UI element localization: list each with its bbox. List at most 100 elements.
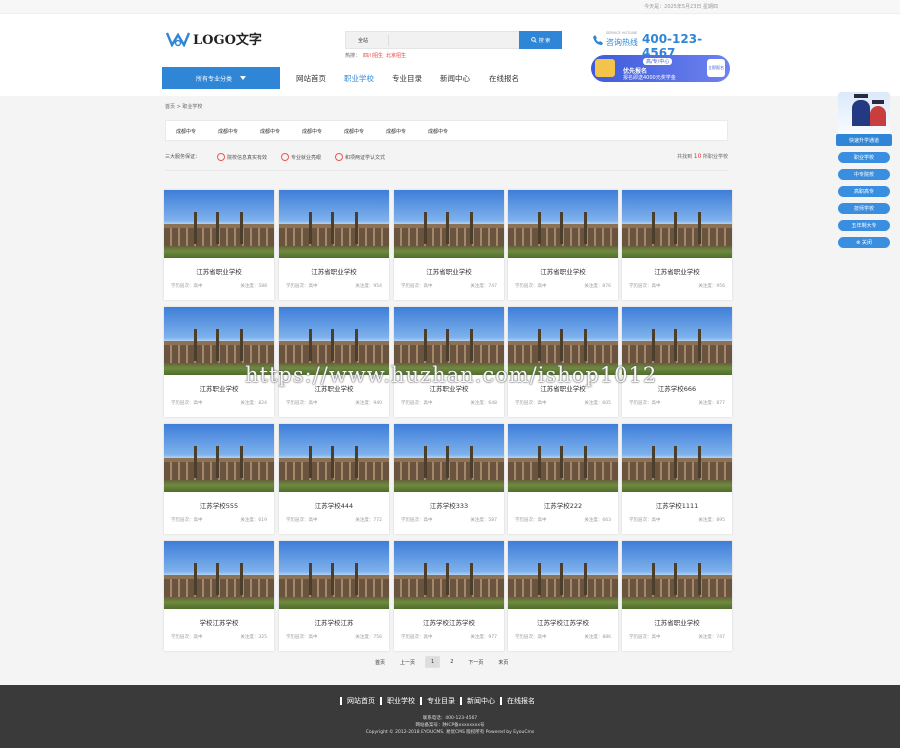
school-card[interactable]: 江苏学校444 学历层次：高中 关注度：772 [279,424,389,534]
nav-item-schools[interactable]: 职业学校 [344,73,374,84]
school-photo[interactable] [279,424,389,492]
category-link[interactable]: 成都中专 [176,128,196,135]
school-card[interactable]: 江苏学校江苏学校 学历层次：高中 关注度：886 [508,541,618,651]
page-first[interactable]: 首页 [370,656,390,668]
school-card[interactable]: 学校江苏学校 学历层次：高中 关注度：325 [164,541,274,651]
footer-link[interactable]: 新闻中心 [460,697,500,705]
school-photo[interactable] [622,424,732,492]
school-photo[interactable] [394,190,504,258]
sidebar-item-technician[interactable]: 技师学校 [838,203,890,214]
views: 关注度：663 [584,517,611,523]
school-name[interactable]: 江苏学校222 [508,500,618,510]
category-link[interactable]: 成都中专 [386,128,406,135]
school-name[interactable]: 江苏省职业学校 [164,266,274,276]
sidebar-close-button[interactable]: ⊗ 关闭 [838,237,890,248]
school-name[interactable]: 江苏学校333 [394,500,504,510]
search-button[interactable]: 搜 索 [519,31,562,49]
category-link[interactable]: 成都中专 [344,128,364,135]
hot-words: 热搜： 四川招生 北京招生 [345,52,406,59]
school-card[interactable]: 江苏学校1111 学历层次：高中 关注度：895 [622,424,732,534]
category-link[interactable]: 成都中专 [428,128,448,135]
school-card[interactable]: 江苏省职业学校 学历层次：高中 关注度：588 [164,190,274,300]
logo[interactable]: LOGO文字 [166,29,262,48]
school-photo[interactable] [279,541,389,609]
school-card[interactable]: 江苏职业学校 学历层次：高中 关注度：940 [279,307,389,417]
page-prev[interactable]: 上一页 [395,656,420,668]
page-number-current[interactable]: 1 [425,656,441,668]
school-card[interactable]: 江苏省职业学校 学历层次：高中 关注度：954 [279,190,389,300]
page-last[interactable]: 末页 [493,656,513,668]
nav-item-majors[interactable]: 专业目录 [392,73,422,84]
sidebar-item-secondary[interactable]: 中专院校 [838,169,890,180]
school-card[interactable]: 江苏学校333 学历层次：高中 关注度：587 [394,424,504,534]
nav-item-home[interactable]: 网站首页 [296,73,326,84]
footer-icp[interactable]: 网站备案号：陕ICP备xxxxxxxx号 [0,722,900,728]
nav-item-signup[interactable]: 在线报名 [489,73,519,84]
school-card[interactable]: 江苏学校222 学历层次：高中 关注度：663 [508,424,618,534]
school-photo[interactable] [394,541,504,609]
footer-link[interactable]: 网站首页 [340,697,380,705]
footer-link[interactable]: 在线报名 [500,697,540,705]
school-card[interactable]: 江苏职业学校 学历层次：高中 关注度：824 [164,307,274,417]
school-photo[interactable] [622,190,732,258]
school-name[interactable]: 江苏学校444 [279,500,389,510]
category-link[interactable]: 成都中专 [218,128,238,135]
school-name[interactable]: 江苏省职业学校 [622,617,732,627]
promise-item: 专业就业亮眼 [281,153,321,161]
search-input[interactable]: 全站 [345,31,520,49]
school-name[interactable]: 江苏学校江苏学校 [508,617,618,627]
nav-item-news[interactable]: 新闻中心 [440,73,470,84]
school-card[interactable]: 江苏省职业学校学历层次：高中 关注度：956 [622,190,732,300]
school-card[interactable]: 江苏学校江苏 学历层次：高中 关注度：756 [279,541,389,651]
school-card[interactable]: 江苏省职业学校 学历层次：高中 关注度：605 [508,307,618,417]
school-name[interactable]: 学校江苏学校 [164,617,274,627]
sidebar-item-five-year[interactable]: 五年制大专 [838,220,890,231]
school-card[interactable]: 江苏省职业学校 学历层次：高中 关注度：747 [622,541,732,651]
views-value: 648 [488,401,497,406]
views: 关注度：886 [584,634,611,640]
school-name[interactable]: 江苏省职业学校 [394,266,504,276]
grad-cap-icon [872,100,884,104]
school-card[interactable]: 江苏职业学校 学历层次：高中 关注度：648 [394,307,504,417]
category-link[interactable]: 成都中专 [302,128,322,135]
tree [674,212,677,244]
school-card[interactable]: 江苏省职业学校 学历层次：高中 关注度：876 [508,190,618,300]
school-photo[interactable] [164,541,274,609]
school-name[interactable]: 江苏省职业学校 [622,266,732,276]
school-photo[interactable] [164,190,274,258]
school-name[interactable]: 江苏省职业学校 [508,266,618,276]
school-name[interactable]: 江苏学校555 [164,500,274,510]
graduates-illustration [838,92,890,134]
school-card[interactable]: 江苏学校666 学历层次：高中 关注度：877 [622,307,732,417]
category-link[interactable]: 成都中专 [260,128,280,135]
hot-word-link[interactable]: 四川招生 [363,53,383,59]
all-categories-button[interactable]: 所有专业分类 [162,67,280,89]
sidebar-item-schools[interactable]: 职业学校 [838,152,890,163]
hotline-label: 咨询热线 [606,38,638,47]
school-meta: 学历层次：高中 关注度：956 [629,283,725,289]
school-card[interactable]: 江苏学校江苏学校 学历层次：高中 关注度：977 [394,541,504,651]
footer-link[interactable]: 专业目录 [420,697,460,705]
breadcrumb[interactable]: 首页 > 职业学校 [165,103,202,110]
school-photo[interactable] [279,190,389,258]
school-photo[interactable] [622,541,732,609]
school-name[interactable]: 江苏学校1111 [622,500,732,510]
school-photo[interactable] [164,424,274,492]
hot-word-link[interactable]: 北京招生 [386,53,406,59]
footer-link[interactable]: 职业学校 [380,697,420,705]
school-photo[interactable] [394,424,504,492]
school-name[interactable]: 江苏学校江苏 [279,617,389,627]
school-photo[interactable] [508,424,618,492]
school-photo[interactable] [508,190,618,258]
school-photo[interactable] [508,541,618,609]
school-name[interactable]: 江苏省职业学校 [279,266,389,276]
views: 关注度：747 [698,634,725,640]
search-scope-select[interactable]: 全站 [358,37,368,44]
page-number[interactable]: 2 [445,656,458,668]
school-card[interactable]: 江苏学校555 学历层次：高中 关注度：619 [164,424,274,534]
tree [331,329,334,361]
school-name[interactable]: 江苏学校江苏学校 [394,617,504,627]
page-next[interactable]: 下一页 [463,656,488,668]
school-card[interactable]: 江苏省职业学校 学历层次：高中 关注度：747 [394,190,504,300]
sidebar-item-vocational[interactable]: 高职高专 [838,186,890,197]
